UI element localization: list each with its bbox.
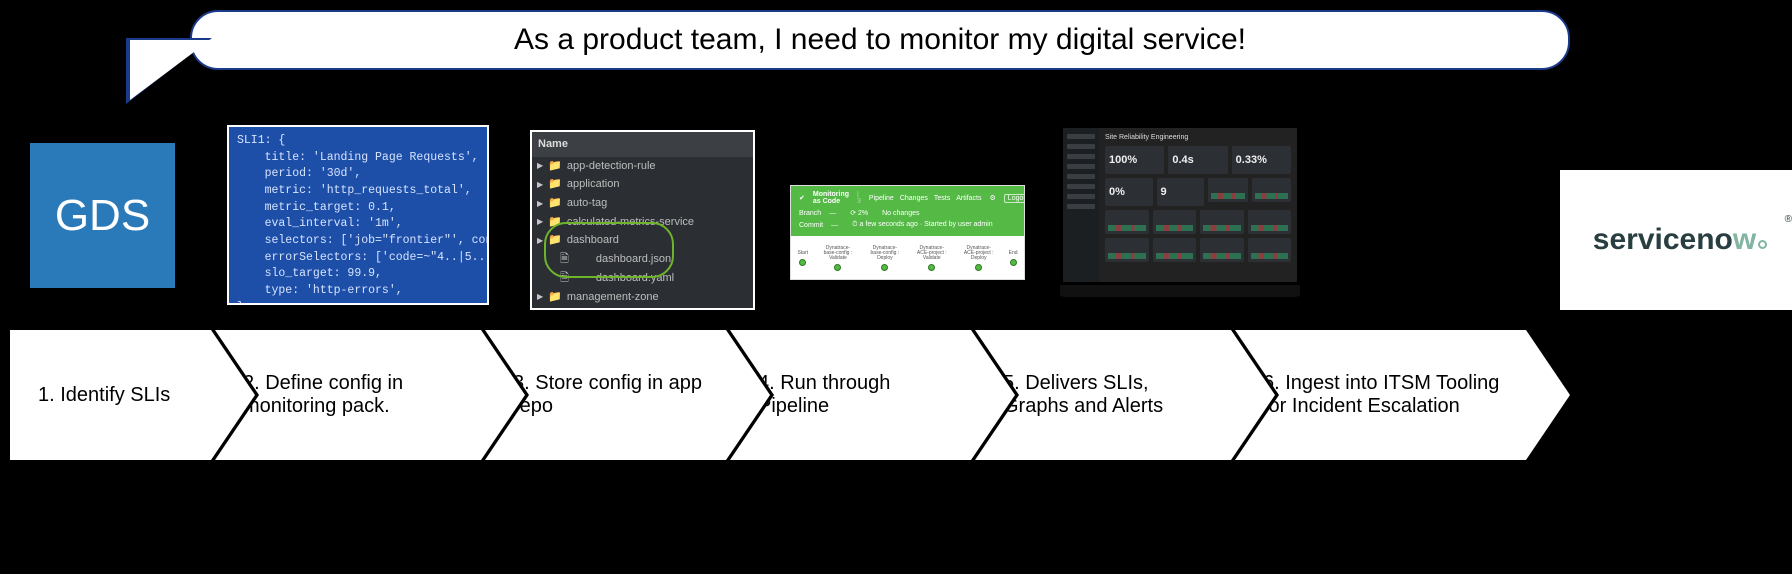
- process-step-5: 5. Delivers SLIs, Graphs and Alerts: [975, 330, 1275, 460]
- file-tree-item: ▶📁calculated-metrics-service: [532, 213, 753, 232]
- pipeline-tab: Tests: [934, 195, 950, 202]
- speech-bubble-tail-fill: [130, 40, 210, 100]
- file-tree-item: ▶📁application: [532, 175, 753, 194]
- pipeline-header: ✔ Monitoring as Code | 3 PipelineChanges…: [791, 186, 1024, 236]
- servicenow-text-a: serviceno: [1593, 223, 1733, 257]
- gds-logo: GDS: [30, 143, 175, 288]
- code-snippet: SLI1: { title: 'Landing Page Requests', …: [227, 125, 489, 305]
- file-tree-item: 🗎dashboard.json: [532, 250, 753, 269]
- pipeline-step: Start: [797, 251, 808, 266]
- file-tree-item: ▶📁management-zone: [532, 288, 753, 307]
- pipeline-screenshot: ✔ Monitoring as Code | 3 PipelineChanges…: [790, 185, 1025, 280]
- file-tree-item: ▶📁dashboard: [532, 231, 753, 250]
- file-tree-item: ▶📁synthetic-monitor: [532, 306, 753, 310]
- file-tree-item: ▶📁auto-tag: [532, 194, 753, 213]
- pipeline-gear-icon: ⚙: [990, 194, 996, 202]
- pipeline-status: No changes: [882, 210, 919, 217]
- pipeline-tab: Artifacts: [956, 195, 981, 202]
- process-step-label: 4. Run through Pipeline: [758, 372, 955, 418]
- process-step-label: 6. Ingest into ITSM Tooling for Incident…: [1263, 372, 1510, 418]
- dashboard-kpi: 0.33%: [1232, 146, 1291, 174]
- servicenow-logo: servicenow ®: [1560, 170, 1792, 310]
- process-step-label: 5. Delivers SLIs, Graphs and Alerts: [1003, 372, 1215, 418]
- speech-bubble-text: As a product team, I need to monitor my …: [514, 23, 1246, 57]
- servicenow-text-b: w: [1733, 223, 1756, 257]
- dashboard-kpi: 100%: [1105, 146, 1164, 174]
- process-step-1: 1. Identify SLIs: [10, 330, 255, 460]
- dashboard-main: Site Reliability Engineering 100%0.4s0.3…: [1099, 128, 1297, 282]
- process-step-3: 3. Store config in app repo: [485, 330, 770, 460]
- servicenow-registered-icon: ®: [1785, 214, 1792, 225]
- pipeline-tab: Changes: [900, 195, 928, 202]
- gds-logo-text: GDS: [55, 191, 150, 241]
- file-tree: Name ▶📁app-detection-rule▶📁application▶📁…: [530, 130, 755, 310]
- file-tree-item: 🗎dashboard.yaml: [532, 269, 753, 288]
- pipeline-branch-label: Branch: [799, 210, 821, 217]
- speech-bubble: As a product team, I need to monitor my …: [190, 10, 1570, 70]
- illustrations-row: GDS SLI1: { title: 'Landing Page Request…: [0, 125, 1792, 315]
- pipeline-steps: Start Dynatrace-base-config : Validate Dyn…: [791, 236, 1024, 280]
- pipeline-commit-label: Commit: [799, 222, 823, 229]
- pipeline-step: Dynatrace-ACE-project : Validate: [915, 246, 949, 271]
- process-step-6: 6. Ingest into ITSM Tooling for Incident…: [1235, 330, 1570, 460]
- pipeline-tab: Pipeline: [869, 195, 894, 202]
- dashboard-title: Site Reliability Engineering: [1105, 134, 1291, 141]
- pipeline-title: Monitoring as Code: [813, 191, 849, 205]
- file-tree-item: ▶📁app-detection-rule: [532, 157, 753, 176]
- dashboard-kpi: 0.4s: [1168, 146, 1227, 174]
- dashboard-kpi: 0%: [1105, 178, 1153, 206]
- pipeline-check-icon: ✔: [799, 194, 805, 202]
- pipeline-step: Dynatrace-base-config : Validate: [821, 246, 855, 271]
- pipeline-step: Dynatrace-ACE-project : Deploy: [962, 246, 996, 271]
- process-step-label: 3. Store config in app repo: [513, 372, 710, 418]
- pipeline-step: End: [1009, 251, 1018, 266]
- process-step-4: 4. Run through Pipeline: [730, 330, 1015, 460]
- dashboard-sidebar: [1063, 128, 1099, 282]
- process-step-2: 2. Define config in monitoring pack.: [215, 330, 525, 460]
- process-step-label: 2. Define config in monitoring pack.: [243, 372, 465, 418]
- process-steps-row: 1. Identify SLIs 2. Define config in moni…: [0, 330, 1792, 470]
- file-tree-header: Name: [532, 132, 753, 157]
- process-step-label: 1. Identify SLIs: [38, 384, 170, 407]
- dashboard-kpi: 9: [1157, 178, 1205, 206]
- pipeline-step: Dynatrace-base-config : Deploy: [868, 246, 902, 271]
- dashboard-screenshot: Site Reliability Engineering 100%0.4s0.3…: [1060, 125, 1300, 300]
- servicenow-dot-icon: [1758, 240, 1767, 249]
- laptop-base: [1060, 285, 1300, 297]
- pipeline-logout: Logout: [1004, 194, 1025, 203]
